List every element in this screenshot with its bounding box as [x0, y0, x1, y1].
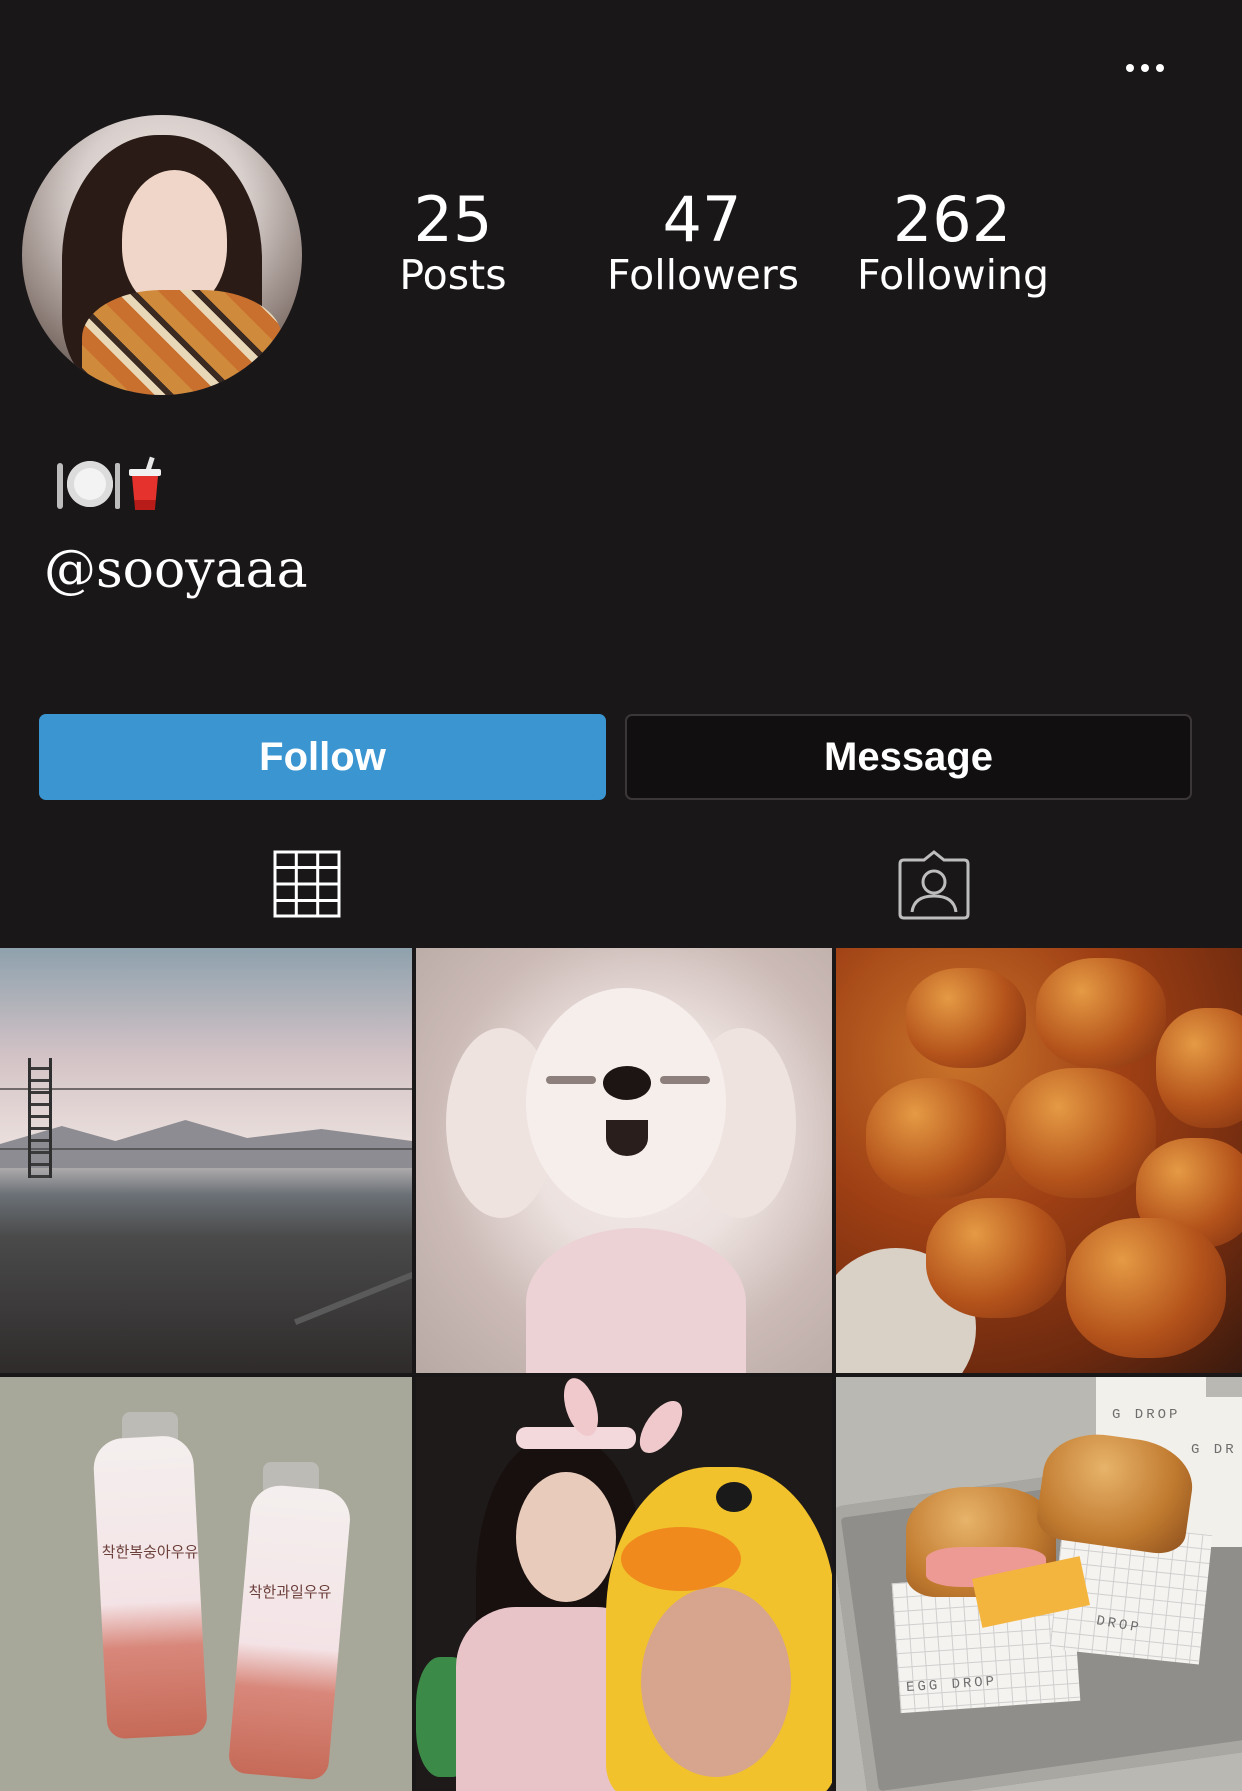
post-thumbnail-milk-bottles[interactable]: 착한복숭아우유 착한과일우유 — [0, 1377, 412, 1791]
follow-button[interactable]: Follow — [39, 714, 606, 800]
bottle2-label: 착한과일우유 — [249, 1583, 332, 1601]
posts-count: 25 Posts — [358, 183, 548, 299]
post-thumbnail-white-puppy[interactable] — [416, 948, 832, 1373]
username: @sooyaaa — [44, 540, 308, 600]
posts-count-label: Posts — [399, 251, 507, 299]
following-count-label: Following — [857, 251, 1050, 299]
more-dot-icon — [1126, 64, 1134, 72]
post-thumbnail-landscape-sky[interactable] — [0, 948, 412, 1373]
followers-count[interactable]: 47 Followers — [607, 183, 800, 299]
post-thumbnail-friends-in-costumes[interactable] — [416, 1377, 832, 1791]
following-count[interactable]: 262 Following — [857, 183, 1050, 299]
post-thumbnail-fried-chicken[interactable] — [836, 948, 1242, 1373]
message-button[interactable]: Message — [625, 714, 1192, 800]
following-count-value: 262 — [892, 183, 1012, 256]
bio-emojis — [55, 456, 165, 513]
followers-count-label: Followers — [607, 251, 800, 299]
avatar-scarf — [82, 290, 282, 395]
post-thumbnail-egg-drop-sandwiches[interactable]: G DROP G DR EGG DROP DROP — [836, 1377, 1242, 1791]
more-dot-icon — [1156, 64, 1164, 72]
avatar[interactable] — [22, 115, 302, 395]
more-options-button[interactable] — [1110, 50, 1180, 86]
posts-grid: 착한복숭아우유 착한과일우유 G DROP G DR EGG DROP DROP — [0, 948, 1242, 1791]
more-dot-icon — [1141, 64, 1149, 72]
bottle1-label: 착한복숭아우유 — [102, 1543, 199, 1561]
cup-with-straw-icon — [125, 456, 165, 513]
tagged-person-icon[interactable] — [898, 850, 970, 920]
grid-icon[interactable] — [273, 850, 341, 918]
cup1-print: G DROP — [1112, 1407, 1181, 1423]
followers-count-value: 47 — [662, 183, 742, 256]
cup2-print: G DR — [1191, 1442, 1237, 1458]
plate-with-cutlery-icon — [55, 459, 120, 511]
profile-screen: 25 Posts 47 Followers 262 Following @soo… — [0, 0, 1242, 1791]
avatar-face — [122, 170, 227, 310]
posts-count-value: 25 — [413, 183, 493, 256]
bottle-labels: 착한복숭아우유 착한과일우유 — [102, 1543, 332, 1601]
